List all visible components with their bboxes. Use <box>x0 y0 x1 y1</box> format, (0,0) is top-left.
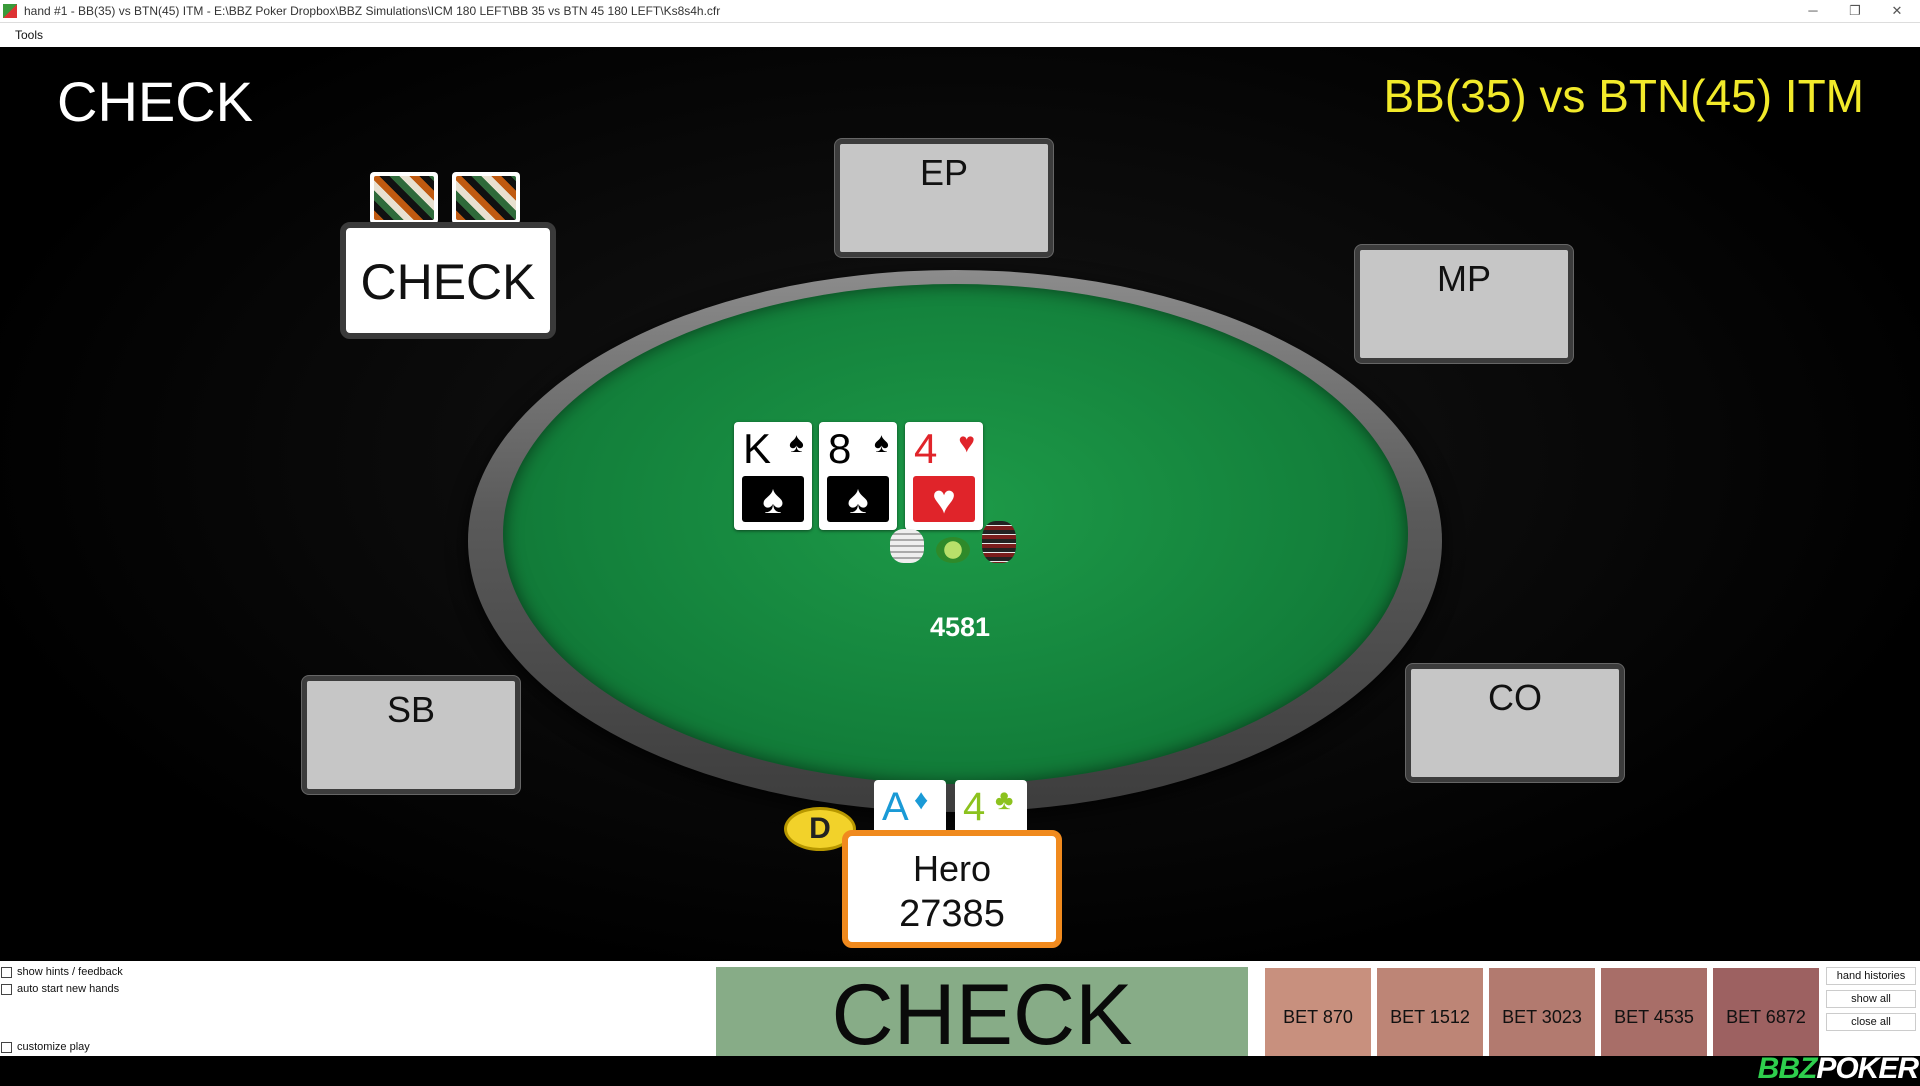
hand-histories-button[interactable]: hand histories <box>1826 967 1916 985</box>
spade-icon: ♠ <box>874 427 889 458</box>
title-bar: hand #1 - BB(35) vs BTN(45) ITM - E:\BBZ… <box>0 0 1920 23</box>
restore-button[interactable]: ❐ <box>1834 0 1876 22</box>
close-all-button[interactable]: close all <box>1826 1013 1916 1031</box>
seat-label: SB <box>386 689 436 730</box>
board-card: 8 ♠ ♠ <box>819 422 897 530</box>
hero-seat: Hero 27385 <box>842 830 1062 948</box>
bet-button-6872[interactable]: BET 6872 <box>1713 968 1819 1056</box>
seat-label: CO <box>1488 677 1542 718</box>
heart-icon: ♥ <box>913 476 975 522</box>
brand-logo: BBZPOKER <box>1757 1052 1919 1085</box>
card-rank: K <box>743 425 772 472</box>
customize-play-label: customize play <box>17 1041 90 1053</box>
auto-start-label: auto start new hands <box>17 983 120 995</box>
spade-icon: ♠ <box>827 476 889 522</box>
board-card: 4 ♥ ♥ <box>905 422 983 530</box>
seat-mp: MP <box>1355 245 1573 363</box>
seat-sb: SB <box>302 676 520 794</box>
villain-card-back <box>452 172 520 224</box>
seat-label: MP <box>1437 258 1491 299</box>
minimize-button[interactable]: ─ <box>1792 0 1834 22</box>
bet-button-4535[interactable]: BET 4535 <box>1601 968 1707 1056</box>
heart-icon: ♥ <box>958 427 975 458</box>
villain-card-back <box>370 172 438 224</box>
diamond-icon: ♦ <box>914 784 929 815</box>
hero-stack: 27385 <box>899 893 1005 935</box>
club-icon: ♣ <box>995 784 1014 815</box>
card-rank: 8 <box>828 425 852 472</box>
board-card: K ♠ ♠ <box>734 422 812 530</box>
card-rank: 4 <box>914 425 938 472</box>
bet-button-3023[interactable]: BET 3023 <box>1489 968 1595 1056</box>
check-button[interactable]: CHECK <box>716 967 1248 1056</box>
match-title: BB(35) vs BTN(45) ITM <box>1383 70 1864 122</box>
show-hints-checkbox[interactable] <box>1 967 12 978</box>
footer: BBZPOKER <box>0 1052 1920 1085</box>
show-all-button[interactable]: show all <box>1826 990 1916 1008</box>
villain-action-label: CHECK <box>360 254 536 310</box>
current-action-title: CHECK <box>57 70 254 133</box>
poker-table-stage: CHECK BB(35) vs BTN(45) ITM EP MP CO SB … <box>0 47 1920 961</box>
app-icon <box>3 4 17 18</box>
bet-button-1512[interactable]: BET 1512 <box>1377 968 1483 1056</box>
auto-start-checkbox[interactable] <box>1 984 12 995</box>
action-panel: show hints / feedback auto start new han… <box>0 961 1920 1056</box>
seat-label: EP <box>919 152 969 193</box>
menu-bar: Tools <box>0 23 1920 47</box>
seat-ep: EP <box>835 139 1053 257</box>
show-hints-label: show hints / feedback <box>17 966 123 978</box>
pot-amount: 4581 <box>930 612 991 642</box>
close-button[interactable]: ✕ <box>1876 0 1918 22</box>
card-rank: 4 <box>963 785 986 829</box>
card-rank: A <box>882 785 909 829</box>
hero-name: Hero <box>912 848 992 889</box>
window-title: hand #1 - BB(35) vs BTN(45) ITM - E:\BBZ… <box>24 4 721 18</box>
customize-play-checkbox[interactable] <box>1 1042 12 1053</box>
seat-co: CO <box>1406 664 1624 782</box>
spade-icon: ♠ <box>742 476 804 522</box>
spade-icon: ♠ <box>789 427 804 458</box>
bet-button-870[interactable]: BET 870 <box>1265 968 1371 1056</box>
check-button-label: CHECK <box>831 967 1133 1056</box>
table-felt <box>503 284 1408 784</box>
villain-action-box: CHECK <box>340 222 556 339</box>
menu-tools[interactable]: Tools <box>15 28 43 42</box>
